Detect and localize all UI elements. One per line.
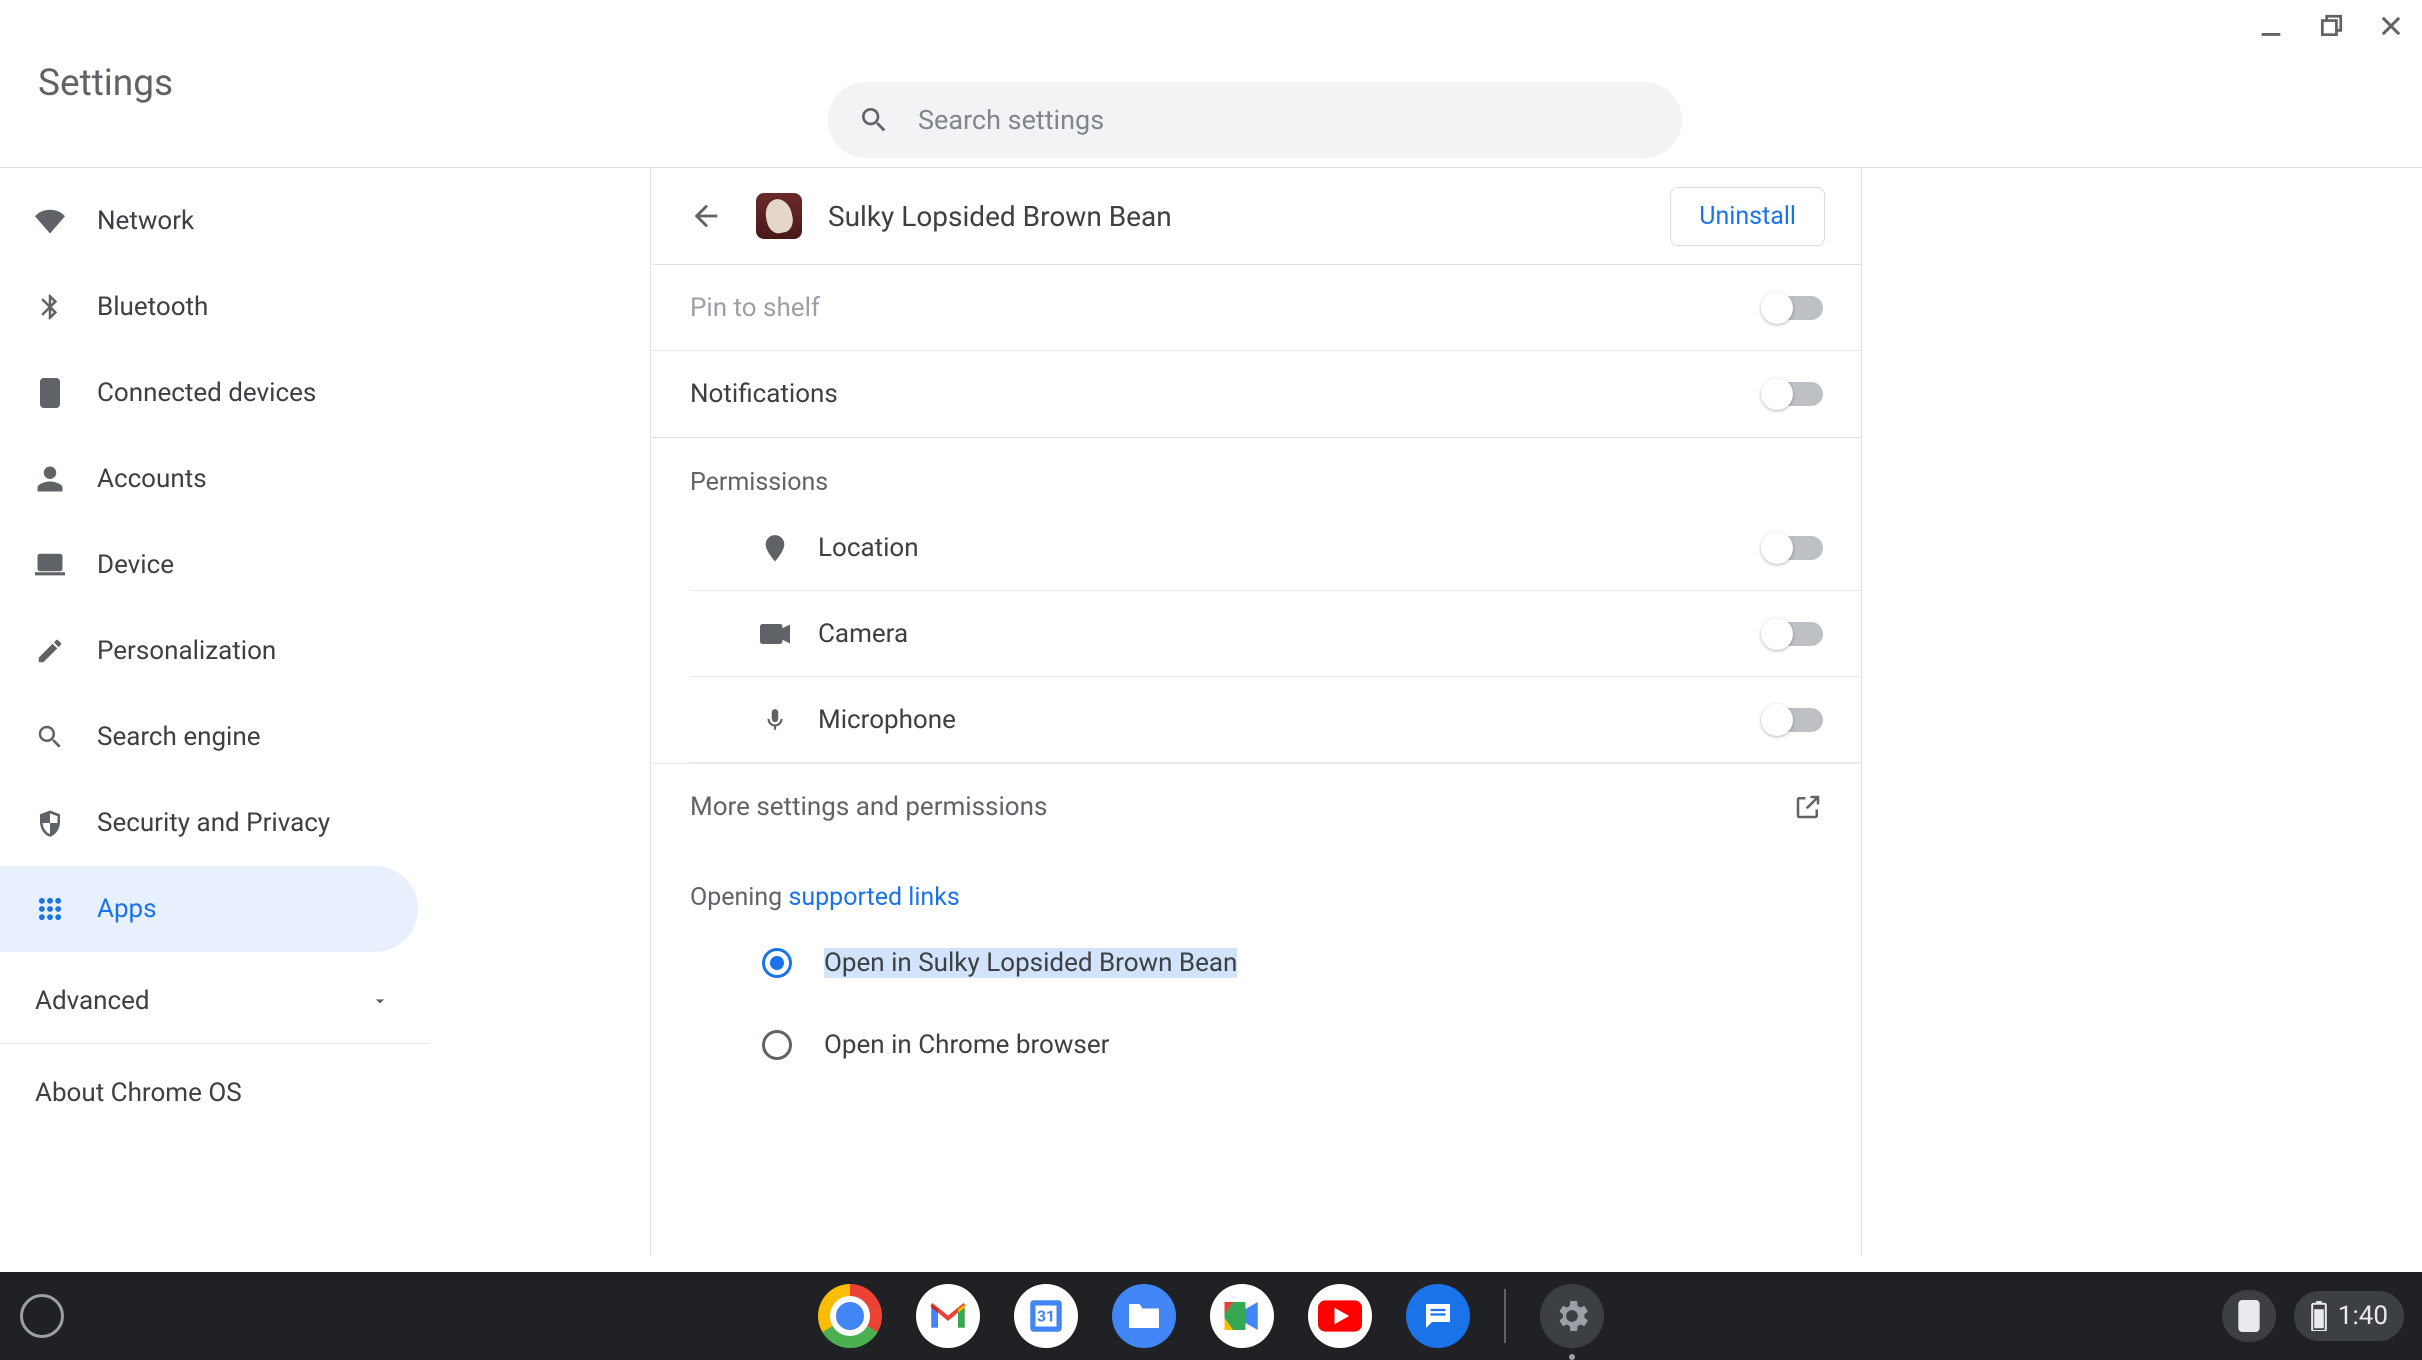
sidebar-item-label: Apps — [97, 894, 157, 924]
sidebar-item-about[interactable]: About Chrome OS — [0, 1050, 440, 1136]
more-settings-label: More settings and permissions — [690, 792, 1047, 822]
opening-links-header: Opening supported links — [652, 849, 1861, 922]
external-link-icon — [1793, 792, 1823, 822]
sidebar-advanced-label: Advanced — [35, 986, 150, 1016]
divider — [650, 168, 651, 1256]
svg-text:31: 31 — [1037, 1306, 1055, 1325]
shelf-app-calendar[interactable]: 31 — [1014, 1284, 1078, 1348]
shelf-app-messages[interactable] — [1406, 1284, 1470, 1348]
sidebar-about-label: About Chrome OS — [35, 1078, 242, 1108]
setting-pin-to-shelf: Pin to shelf — [652, 265, 1861, 351]
sidebar-item-connected-devices[interactable]: Connected devices — [0, 350, 418, 436]
permissions-header: Permissions — [652, 438, 1861, 505]
radio-icon — [762, 948, 792, 978]
radio-label: Open in Sulky Lopsided Brown Bean — [824, 948, 1237, 978]
clock: 1:40 — [2338, 1301, 2388, 1331]
wifi-icon — [35, 206, 65, 236]
page-title: Settings — [38, 62, 173, 105]
laptop-icon — [35, 550, 65, 580]
opening-option-app[interactable]: Open in Sulky Lopsided Brown Bean — [652, 922, 1861, 1004]
chevron-down-icon — [370, 991, 390, 1011]
permission-microphone: Microphone — [690, 677, 1861, 763]
shelf-separator — [1504, 1289, 1506, 1343]
bluetooth-icon — [35, 292, 65, 322]
sidebar-item-label: Personalization — [97, 636, 276, 666]
arrow-left-icon — [689, 199, 723, 233]
opening-option-chrome[interactable]: Open in Chrome browser — [652, 1004, 1861, 1086]
tray-phone-hub[interactable] — [2222, 1290, 2276, 1342]
permission-label: Location — [818, 533, 919, 563]
sidebar: Network Bluetooth Connected devices Acco… — [0, 168, 440, 1256]
setting-label: Notifications — [690, 379, 838, 409]
radio-icon — [762, 1030, 792, 1060]
search-input[interactable] — [918, 104, 1652, 136]
notifications-toggle[interactable] — [1763, 382, 1823, 406]
shelf-app-gmail[interactable] — [916, 1284, 980, 1348]
sidebar-item-security-privacy[interactable]: Security and Privacy — [0, 780, 418, 866]
supported-links-link[interactable]: supported links — [788, 883, 959, 912]
sidebar-item-accounts[interactable]: Accounts — [0, 436, 418, 522]
shelf: 31 1:40 — [0, 1272, 2422, 1360]
setting-label: Pin to shelf — [690, 293, 820, 323]
permission-label: Microphone — [818, 705, 956, 735]
sidebar-item-search-engine[interactable]: Search engine — [0, 694, 418, 780]
sidebar-item-label: Bluetooth — [97, 292, 208, 322]
sidebar-item-bluetooth[interactable]: Bluetooth — [0, 264, 418, 350]
opening-prefix: Opening — [690, 883, 788, 912]
apps-grid-icon — [35, 894, 65, 924]
sidebar-item-label: Security and Privacy — [97, 808, 330, 838]
phone-icon — [35, 378, 65, 408]
search-icon — [35, 722, 65, 752]
location-icon — [760, 533, 790, 563]
pin-to-shelf-toggle[interactable] — [1763, 296, 1823, 320]
more-settings-link[interactable]: More settings and permissions — [652, 763, 1861, 849]
microphone-toggle[interactable] — [1763, 708, 1823, 732]
sidebar-item-label: Device — [97, 550, 174, 580]
sidebar-item-apps[interactable]: Apps — [0, 866, 418, 952]
shelf-app-settings[interactable] — [1540, 1284, 1604, 1348]
shelf-app-chrome[interactable] — [818, 1284, 882, 1348]
camera-icon — [760, 619, 790, 649]
sidebar-item-label: Search engine — [97, 722, 261, 752]
back-button[interactable] — [688, 198, 724, 234]
location-toggle[interactable] — [1763, 536, 1823, 560]
shelf-app-files[interactable] — [1112, 1284, 1176, 1348]
sidebar-item-personalization[interactable]: Personalization — [0, 608, 418, 694]
microphone-icon — [760, 705, 790, 735]
tray-status-area[interactable]: 1:40 — [2294, 1291, 2404, 1341]
pencil-icon — [35, 636, 65, 666]
battery-icon — [2310, 1301, 2328, 1331]
sidebar-item-device[interactable]: Device — [0, 522, 418, 608]
shelf-app-meet[interactable] — [1210, 1284, 1274, 1348]
setting-notifications: Notifications — [652, 351, 1861, 437]
search-icon — [858, 104, 890, 136]
sidebar-item-label: Connected devices — [97, 378, 316, 408]
camera-toggle[interactable] — [1763, 622, 1823, 646]
sidebar-item-network[interactable]: Network — [0, 178, 418, 264]
search-field[interactable] — [828, 82, 1682, 158]
sidebar-item-label: Accounts — [97, 464, 207, 494]
radio-label: Open in Chrome browser — [824, 1030, 1109, 1060]
permission-camera: Camera — [690, 591, 1861, 677]
uninstall-button[interactable]: Uninstall — [1670, 187, 1825, 246]
divider — [1861, 168, 1862, 1256]
shelf-app-youtube[interactable] — [1308, 1284, 1372, 1348]
permission-location: Location — [690, 505, 1861, 591]
app-icon — [756, 193, 802, 239]
person-icon — [35, 464, 65, 494]
app-name: Sulky Lopsided Brown Bean — [828, 200, 1670, 233]
permission-label: Camera — [818, 619, 908, 649]
sidebar-item-label: Network — [97, 206, 194, 236]
sidebar-advanced-toggle[interactable]: Advanced — [0, 958, 430, 1044]
launcher-button[interactable] — [20, 1294, 64, 1338]
shield-icon — [35, 808, 65, 838]
